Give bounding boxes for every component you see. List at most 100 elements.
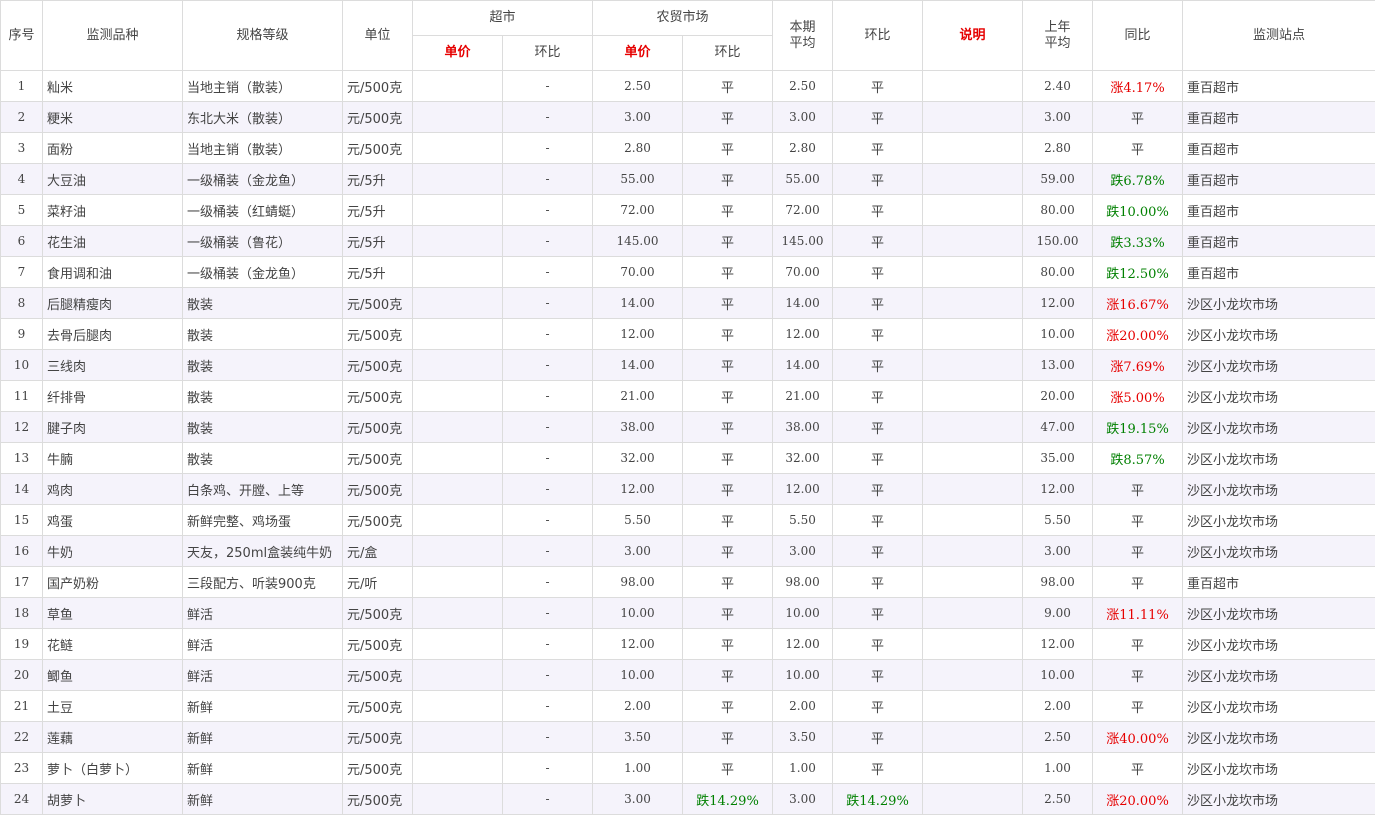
cell-spec: 东北大米（散装） bbox=[182, 101, 343, 133]
cell-farmers-market-mom: 平 bbox=[682, 101, 774, 133]
cell-supermarket-mom: - bbox=[501, 287, 594, 319]
cell-mom: 平 bbox=[832, 659, 924, 691]
table-row: 6 花生油 一级桶装（鲁花） 元/5升 -145.00 平 145.00 平 150.00 跌3.… bbox=[0, 225, 1375, 257]
cell-unit: 元/5升 bbox=[342, 225, 413, 257]
cell-last-year-avg: 12.00 bbox=[1022, 287, 1094, 319]
cell-remark bbox=[922, 721, 1024, 753]
table-row: 4 大豆油 一级桶装（金龙鱼） 元/5升 -55.00 平 55.00 平 59.00 跌6.78… bbox=[0, 163, 1375, 195]
cell-remark bbox=[922, 473, 1024, 505]
table-row: 23 萝卜（白萝卜） 新鲜 元/500克 -1.00 平 1.00 平 1.00 平沙区小龙坎市场 bbox=[0, 752, 1375, 784]
cell-supermarket-price bbox=[412, 256, 503, 288]
cell-supermarket-mom: - bbox=[501, 566, 594, 598]
cell-yoy: 涨20.00% bbox=[1092, 318, 1184, 350]
cell-farmers-market-price: 32.00 bbox=[592, 442, 684, 474]
cell-yoy: 涨11.11% bbox=[1092, 597, 1184, 629]
cell-supermarket-mom: - bbox=[501, 132, 594, 164]
header-current-avg-text: 本期平均 bbox=[789, 19, 816, 51]
cell-supermarket-mom: - bbox=[501, 225, 594, 257]
cell-unit: 元/5升 bbox=[342, 256, 413, 288]
header-supermarket: 超市 bbox=[411, 0, 594, 36]
cell-seq: 3 bbox=[0, 132, 43, 164]
cell-mom: 平 bbox=[832, 597, 924, 629]
cell-yoy: 涨40.00% bbox=[1092, 721, 1184, 753]
cell-current-avg: 3.00 bbox=[772, 535, 834, 567]
cell-farmers-market-mom: 平 bbox=[682, 318, 774, 350]
cell-farmers-market-mom: 平 bbox=[682, 70, 774, 102]
cell-yoy: 跌12.50% bbox=[1092, 256, 1184, 288]
cell-unit: 元/盒 bbox=[342, 535, 413, 567]
price-monitoring-table: 序号 监测品种 规格等级 单位 超市 农贸市场 本期平均 环比 说明 上年平均 … bbox=[0, 0, 1375, 815]
table-row: 15 鸡蛋 新鲜完整、鸡场蛋 元/500克 -5.50 平 5.50 平 5.50 平沙区小龙坎市… bbox=[0, 504, 1375, 536]
cell-supermarket-price bbox=[412, 504, 503, 536]
cell-supermarket-mom: - bbox=[501, 628, 594, 660]
cell-remark bbox=[922, 783, 1024, 815]
cell-supermarket-mom: - bbox=[501, 256, 594, 288]
cell-yoy: 平 bbox=[1092, 690, 1184, 722]
cell-supermarket-price bbox=[412, 380, 503, 412]
cell-remark bbox=[922, 194, 1024, 226]
cell-last-year-avg: 80.00 bbox=[1022, 194, 1094, 226]
cell-station: 沙区小龙坎市场 bbox=[1182, 473, 1375, 505]
cell-supermarket-mom: - bbox=[501, 442, 594, 474]
cell-current-avg: 2.00 bbox=[772, 690, 834, 722]
cell-item: 食用调和油 bbox=[42, 256, 183, 288]
cell-supermarket-price bbox=[412, 721, 503, 753]
cell-supermarket-price bbox=[412, 349, 503, 381]
cell-seq: 24 bbox=[0, 783, 43, 815]
cell-current-avg: 1.00 bbox=[772, 752, 834, 784]
cell-supermarket-price bbox=[412, 132, 503, 164]
cell-seq: 7 bbox=[0, 256, 43, 288]
header-last-year-avg: 上年平均 bbox=[1022, 0, 1094, 71]
cell-mom: 平 bbox=[832, 473, 924, 505]
cell-farmers-market-mom: 平 bbox=[682, 380, 774, 412]
cell-yoy: 涨16.67% bbox=[1092, 287, 1184, 319]
cell-station: 沙区小龙坎市场 bbox=[1182, 287, 1375, 319]
cell-farmers-market-price: 98.00 bbox=[592, 566, 684, 598]
cell-last-year-avg: 13.00 bbox=[1022, 349, 1094, 381]
cell-supermarket-mom: - bbox=[501, 597, 594, 629]
cell-item: 花鲢 bbox=[42, 628, 183, 660]
cell-station: 重百超市 bbox=[1182, 163, 1375, 195]
cell-last-year-avg: 2.50 bbox=[1022, 721, 1094, 753]
table-row: 13 牛腩 散装 元/500克 -32.00 平 32.00 平 35.00 跌8.57% 沙区小龙… bbox=[0, 442, 1375, 474]
table-row: 17 国产奶粉 三段配方、听装900克 元/听 -98.00 平 98.00 平 98.00 平重… bbox=[0, 566, 1375, 598]
header-fm-unit-price: 单价 bbox=[592, 35, 684, 71]
cell-yoy: 跌6.78% bbox=[1092, 163, 1184, 195]
cell-spec: 鲜活 bbox=[182, 628, 343, 660]
cell-seq: 12 bbox=[0, 411, 43, 443]
cell-farmers-market-price: 55.00 bbox=[592, 163, 684, 195]
cell-spec: 天友，250ml盒装纯牛奶 bbox=[182, 535, 343, 567]
cell-farmers-market-price: 10.00 bbox=[592, 659, 684, 691]
cell-unit: 元/5升 bbox=[342, 194, 413, 226]
cell-farmers-market-mom: 平 bbox=[682, 132, 774, 164]
cell-mom: 平 bbox=[832, 442, 924, 474]
cell-farmers-market-price: 3.00 bbox=[592, 101, 684, 133]
cell-station: 沙区小龙坎市场 bbox=[1182, 411, 1375, 443]
cell-supermarket-price bbox=[412, 566, 503, 598]
cell-remark bbox=[922, 690, 1024, 722]
cell-farmers-market-mom: 平 bbox=[682, 194, 774, 226]
cell-supermarket-price bbox=[412, 194, 503, 226]
cell-supermarket-mom: - bbox=[501, 101, 594, 133]
cell-remark bbox=[922, 752, 1024, 784]
cell-station: 沙区小龙坎市场 bbox=[1182, 535, 1375, 567]
cell-seq: 19 bbox=[0, 628, 43, 660]
cell-item: 三线肉 bbox=[42, 349, 183, 381]
cell-yoy: 平 bbox=[1092, 473, 1184, 505]
cell-supermarket-price bbox=[412, 287, 503, 319]
cell-supermarket-price bbox=[412, 318, 503, 350]
cell-supermarket-price bbox=[412, 597, 503, 629]
cell-item: 粳米 bbox=[42, 101, 183, 133]
cell-item: 土豆 bbox=[42, 690, 183, 722]
cell-farmers-market-mom: 平 bbox=[682, 225, 774, 257]
cell-spec: 一级桶装（金龙鱼） bbox=[182, 256, 343, 288]
cell-spec: 新鲜 bbox=[182, 690, 343, 722]
cell-farmers-market-price: 3.00 bbox=[592, 783, 684, 815]
cell-current-avg: 14.00 bbox=[772, 349, 834, 381]
cell-last-year-avg: 3.00 bbox=[1022, 101, 1094, 133]
cell-current-avg: 21.00 bbox=[772, 380, 834, 412]
cell-last-year-avg: 12.00 bbox=[1022, 473, 1094, 505]
cell-farmers-market-mom: 平 bbox=[682, 690, 774, 722]
cell-current-avg: 3.00 bbox=[772, 783, 834, 815]
cell-last-year-avg: 35.00 bbox=[1022, 442, 1094, 474]
